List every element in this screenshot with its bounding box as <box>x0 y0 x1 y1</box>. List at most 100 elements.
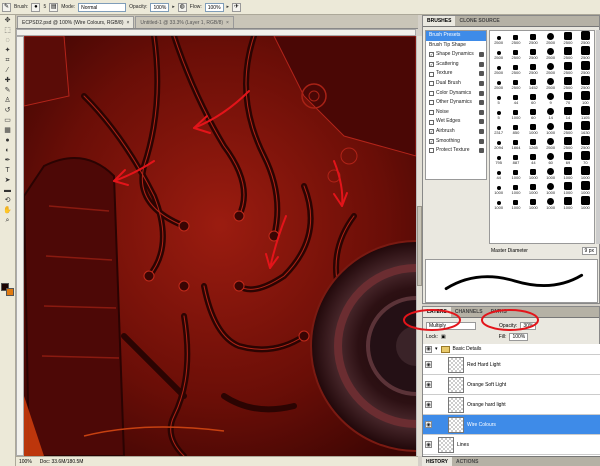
brush-preset[interactable]: 5 <box>490 106 507 121</box>
brush-picker-button[interactable]: ● <box>31 2 41 12</box>
brush-preset[interactable]: 2094 <box>490 136 507 151</box>
tab-active-document[interactable]: ECPSD2.psd @ 100% (Wire Colours, RGB/8) … <box>17 16 135 28</box>
setting-checkbox[interactable] <box>429 148 434 154</box>
brush-setting-item[interactable]: Noise <box>426 108 486 118</box>
layer-row[interactable]: ◉ Orange Soft Light <box>423 375 600 395</box>
brush-preset[interactable]: 1630 <box>577 121 594 136</box>
pressure-opacity-icon[interactable]: ◍ <box>177 2 187 12</box>
zoom-icon[interactable]: ⌕ <box>2 216 13 225</box>
brush-preset[interactable]: 2500 <box>577 136 594 151</box>
brush-setting-item[interactable]: Texture <box>426 69 486 79</box>
brush-preset[interactable]: 2317 <box>490 121 507 136</box>
brush-setting-item[interactable]: ✓ Shape Dynamics <box>426 50 486 60</box>
healing-icon[interactable]: ✚ <box>2 76 13 85</box>
brush-preset[interactable]: 1000 <box>577 196 594 211</box>
brush-preset[interactable]: 2500 <box>577 61 594 76</box>
eyedropper-icon[interactable]: ⁄ <box>2 66 13 75</box>
quick-select-icon[interactable]: ✦ <box>2 46 13 55</box>
toggle-brushes-panel-icon[interactable]: ▤ <box>49 2 59 12</box>
brush-preset[interactable]: 887 <box>507 151 524 166</box>
brush-preset[interactable]: 60 <box>542 151 559 166</box>
brush-preset[interactable]: 1000 <box>542 166 559 181</box>
path-select-icon[interactable]: ➤ <box>2 176 13 185</box>
lock-icon[interactable] <box>479 90 484 96</box>
visibility-eye-icon[interactable]: ◉ <box>425 401 432 408</box>
group-expand-icon[interactable]: ▾ <box>435 346 438 352</box>
brush-preset[interactable]: 14 <box>542 106 559 121</box>
close-icon[interactable]: × <box>226 17 229 28</box>
fill-field[interactable]: 100% <box>509 332 529 341</box>
brush-preset[interactable]: 60 <box>525 91 542 106</box>
setting-checkbox[interactable] <box>429 81 434 87</box>
brush-preset[interactable]: 1000 <box>542 121 559 136</box>
setting-checkbox[interactable] <box>429 100 434 106</box>
tab-history[interactable]: HISTORY <box>422 457 452 466</box>
brush-preset[interactable]: 44 <box>490 166 507 181</box>
pen-icon[interactable]: ✒ <box>2 156 13 165</box>
3d-icon[interactable]: ⟲ <box>2 196 13 205</box>
visibility-eye-icon[interactable]: ◉ <box>425 381 432 388</box>
brush-preset[interactable]: 2500 <box>525 31 542 46</box>
tab-paths[interactable]: PATHS <box>487 307 511 317</box>
brush-preset[interactable]: 2500 <box>525 61 542 76</box>
brush-preset[interactable]: 1265 <box>525 136 542 151</box>
background-color-swatch[interactable] <box>6 288 14 296</box>
lock-icon[interactable] <box>479 128 484 134</box>
lock-icon[interactable] <box>479 148 484 154</box>
brush-setting-item[interactable]: Wet Edges <box>426 117 486 127</box>
brush-preset[interactable]: 14 <box>559 106 576 121</box>
eraser-icon[interactable]: ▭ <box>2 116 13 125</box>
brush-preset[interactable]: 1000 <box>577 166 594 181</box>
brush-preset[interactable]: 1000 <box>577 181 594 196</box>
brush-preset[interactable]: 1000 <box>490 196 507 211</box>
brush-preset[interactable]: 2500 <box>490 76 507 91</box>
tab-inactive-document[interactable]: Untitled-1 @ 33.3% (Layer 1, RGB/8) × <box>135 16 234 28</box>
brush-preset[interactable]: 1000 <box>559 166 576 181</box>
lasso-icon[interactable]: ◌ <box>2 36 13 45</box>
document-canvas[interactable] <box>24 36 416 456</box>
lock-icon[interactable] <box>479 61 484 67</box>
brush-preset[interactable]: 5 <box>490 91 507 106</box>
brush-preset[interactable]: 2500 <box>542 136 559 151</box>
move-icon[interactable]: ✥ <box>2 16 13 25</box>
brush-preset[interactable]: 44 <box>507 91 524 106</box>
brush-preset[interactable]: 2500 <box>559 76 576 91</box>
brush-preset[interactable]: 1000 <box>507 106 524 121</box>
setting-checkbox[interactable]: ✓ <box>429 129 434 135</box>
brush-preset[interactable]: 2500 <box>507 61 524 76</box>
brush-preset[interactable]: 2500 <box>490 31 507 46</box>
layer-row[interactable]: ◉ Orange hard light <box>423 395 600 415</box>
brush-preset[interactable]: 2500 <box>577 46 594 61</box>
brush-preset[interactable]: 1000 <box>525 166 542 181</box>
brush-preset[interactable]: 2500 <box>559 121 576 136</box>
brush-preset[interactable]: 70 <box>577 151 594 166</box>
hand-icon[interactable]: ✋ <box>2 206 13 215</box>
brush-preset[interactable]: 2500 <box>559 136 576 151</box>
visibility-eye-icon[interactable]: ◉ <box>425 441 432 448</box>
brush-icon[interactable]: ✎ <box>2 86 13 95</box>
brush-preset[interactable]: 70 <box>559 91 576 106</box>
visibility-eye-icon[interactable]: ◉ <box>425 345 432 353</box>
brush-preset[interactable]: 2500 <box>542 31 559 46</box>
brush-preset[interactable]: 1000 <box>507 196 524 211</box>
brush-preset[interactable]: 2500 <box>507 76 524 91</box>
brush-preset[interactable]: 1000 <box>525 181 542 196</box>
clone-stamp-icon[interactable]: ♙ <box>2 96 13 105</box>
tab-channels[interactable]: CHANNELS <box>451 307 487 317</box>
lock-icon[interactable]: ▣ <box>441 334 446 340</box>
brush-setting-item[interactable]: ✓ Smoothing <box>426 137 486 147</box>
brush-preset[interactable]: 1452 <box>525 76 542 91</box>
lock-icon[interactable] <box>479 109 484 115</box>
type-icon[interactable]: T <box>2 166 13 175</box>
brush-preset[interactable]: 1000 <box>542 181 559 196</box>
brush-preset[interactable]: 1000 <box>559 181 576 196</box>
brush-preset[interactable]: 2500 <box>559 31 576 46</box>
opacity-field[interactable]: 100% <box>150 2 170 12</box>
brush-preset[interactable]: 2500 <box>542 76 559 91</box>
setting-checkbox[interactable] <box>429 90 434 96</box>
brush-preset[interactable]: 2500 <box>507 31 524 46</box>
brush-preset[interactable]: 60 <box>525 106 542 121</box>
layer-row[interactable]: ◉ ▾ Basic Details <box>423 344 600 355</box>
lock-icon[interactable] <box>479 100 484 106</box>
brush-preset[interactable]: 69 <box>559 151 576 166</box>
